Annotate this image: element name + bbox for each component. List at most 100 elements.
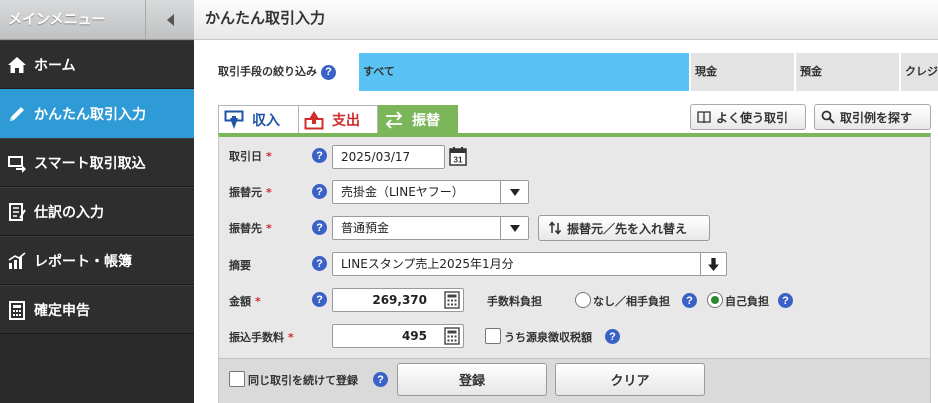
- fee-none-label[interactable]: なし／相手負担: [593, 293, 670, 309]
- to-account-select[interactable]: 普通預金: [332, 216, 529, 240]
- help-icon[interactable]: ?: [321, 64, 336, 80]
- chevron-left-icon: [167, 13, 174, 26]
- page-header: かんたん取引入力: [194, 0, 938, 40]
- sidebar-item-tax-return[interactable]: 確定申告: [0, 285, 194, 334]
- fee-burden-label: 手数料負担: [487, 295, 542, 308]
- calendar-icon[interactable]: 31: [449, 146, 467, 166]
- memo-input[interactable]: LINEスタンプ売上2025年1月分: [332, 252, 727, 276]
- withholding-checkbox[interactable]: [485, 328, 501, 344]
- from-account-select[interactable]: 売掛金（LINEヤフー）: [332, 180, 529, 204]
- amount-label-text: 金額: [229, 295, 251, 308]
- fee-self-label[interactable]: 自己負担: [725, 293, 769, 309]
- calendar-day: 31: [454, 156, 463, 165]
- required-mark: *: [266, 222, 272, 235]
- find-examples-label: 取引例を探す: [840, 110, 913, 125]
- chevron-down-icon: [509, 224, 520, 232]
- sidebar-item-label: ホーム: [34, 57, 76, 74]
- home-icon: [6, 54, 28, 76]
- sidebar-item-label: スマート取引取込: [34, 155, 146, 172]
- calculator-icon[interactable]: [444, 291, 460, 309]
- memo-label: 摘要: [229, 259, 251, 272]
- date-label-text: 取引日: [229, 150, 262, 163]
- sidebar-header: メインメニュー: [0, 0, 194, 40]
- date-input[interactable]: 2025/03/17: [332, 145, 445, 169]
- search-icon: [821, 110, 835, 124]
- tab-expense-label: 支出: [332, 112, 360, 129]
- sidebar-title: メインメニュー: [0, 0, 146, 39]
- sidebar-item-label: 仕訳の入力: [34, 204, 104, 221]
- expense-icon: [304, 110, 324, 129]
- page-title: かんたん取引入力: [205, 9, 326, 27]
- sidebar-item-easy-entry[interactable]: かんたん取引入力: [0, 89, 194, 138]
- from-account-label-text: 振替元: [229, 186, 262, 199]
- required-mark: *: [266, 150, 272, 163]
- clear-button[interactable]: クリア: [555, 363, 705, 396]
- amount-value: 269,370: [372, 293, 427, 307]
- help-icon[interactable]: ?: [312, 220, 327, 235]
- pencil-icon: [6, 103, 28, 125]
- book-icon: [697, 111, 711, 124]
- journal-icon: [6, 201, 28, 223]
- memo-suggest-button[interactable]: [700, 253, 726, 275]
- collapse-sidebar-button[interactable]: [146, 0, 194, 39]
- dropdown-button[interactable]: [500, 217, 528, 239]
- amount-input[interactable]: 269,370: [332, 288, 464, 312]
- dropdown-button[interactable]: [500, 181, 528, 203]
- filter-tab-cash[interactable]: 現金: [691, 53, 794, 91]
- import-icon: [6, 152, 28, 174]
- to-account-label: 振替先 *: [229, 220, 272, 236]
- from-account-label: 振替元 *: [229, 184, 272, 200]
- help-icon[interactable]: ?: [682, 293, 697, 308]
- filter-label: 取引手段の絞り込み?: [218, 63, 336, 80]
- tab-transfer[interactable]: 振替: [378, 105, 458, 133]
- help-icon[interactable]: ?: [373, 372, 388, 387]
- continue-register-label[interactable]: 同じ取引を続けて登録: [248, 372, 358, 388]
- transfer-fee-input[interactable]: 495: [332, 324, 464, 348]
- required-mark: *: [266, 186, 272, 199]
- transfer-fee-label-text: 振込手数料: [229, 331, 284, 344]
- to-account-value: 普通預金: [341, 221, 390, 235]
- sidebar-item-label: レポート・帳簿: [34, 253, 132, 270]
- transfer-fee-value: 495: [401, 329, 427, 343]
- calculator-icon[interactable]: [444, 327, 460, 345]
- fee-self-radio[interactable]: [707, 292, 723, 308]
- required-mark: *: [255, 295, 261, 308]
- filter-tab-credit[interactable]: クレジ: [901, 53, 938, 91]
- date-label: 取引日 *: [229, 148, 272, 164]
- withholding-label[interactable]: うち源泉徴収税額: [504, 329, 592, 345]
- favorite-transactions-button[interactable]: よく使う取引: [690, 104, 806, 130]
- help-icon[interactable]: ?: [312, 184, 327, 199]
- transfer-fee-label: 振込手数料 *: [229, 329, 294, 345]
- help-icon[interactable]: ?: [778, 293, 793, 308]
- find-examples-button[interactable]: 取引例を探す: [814, 104, 931, 130]
- help-icon[interactable]: ?: [312, 292, 327, 307]
- arrow-down-icon: [708, 257, 719, 271]
- help-icon[interactable]: ?: [312, 256, 327, 271]
- chevron-down-icon: [509, 188, 520, 196]
- tab-transfer-label: 振替: [412, 112, 440, 129]
- register-button[interactable]: 登録: [397, 363, 547, 396]
- filter-label-text: 取引手段の絞り込み: [218, 65, 317, 78]
- continue-register-checkbox[interactable]: [229, 371, 245, 387]
- filter-tab-all[interactable]: すべて: [359, 53, 689, 91]
- income-icon: [224, 110, 244, 129]
- tab-expense[interactable]: 支出: [298, 105, 378, 133]
- transfer-icon: [385, 110, 403, 129]
- sidebar-item-smart-import[interactable]: スマート取引取込: [0, 138, 194, 187]
- calculator-icon: [6, 299, 28, 321]
- chart-icon: [6, 250, 28, 272]
- filter-tab-deposit[interactable]: 預金: [796, 53, 899, 91]
- sidebar-item-reports[interactable]: レポート・帳簿: [0, 236, 194, 285]
- tab-income-label: 収入: [252, 112, 280, 129]
- sidebar-item-journal[interactable]: 仕訳の入力: [0, 187, 194, 236]
- fee-none-radio[interactable]: [575, 292, 591, 308]
- from-account-value: 売掛金（LINEヤフー）: [341, 185, 464, 199]
- help-icon[interactable]: ?: [312, 148, 327, 163]
- sidebar: メインメニュー ホーム かんたん取引入力 スマート取引取込 仕訳の入力 レポート…: [0, 0, 194, 403]
- to-account-label-text: 振替先: [229, 222, 262, 235]
- favorite-transactions-label: よく使う取引: [716, 110, 789, 125]
- swap-icon: [549, 221, 561, 235]
- swap-accounts-button[interactable]: 振替元／先を入れ替え: [538, 215, 710, 241]
- sidebar-item-home[interactable]: ホーム: [0, 40, 194, 89]
- help-icon[interactable]: ?: [605, 329, 620, 344]
